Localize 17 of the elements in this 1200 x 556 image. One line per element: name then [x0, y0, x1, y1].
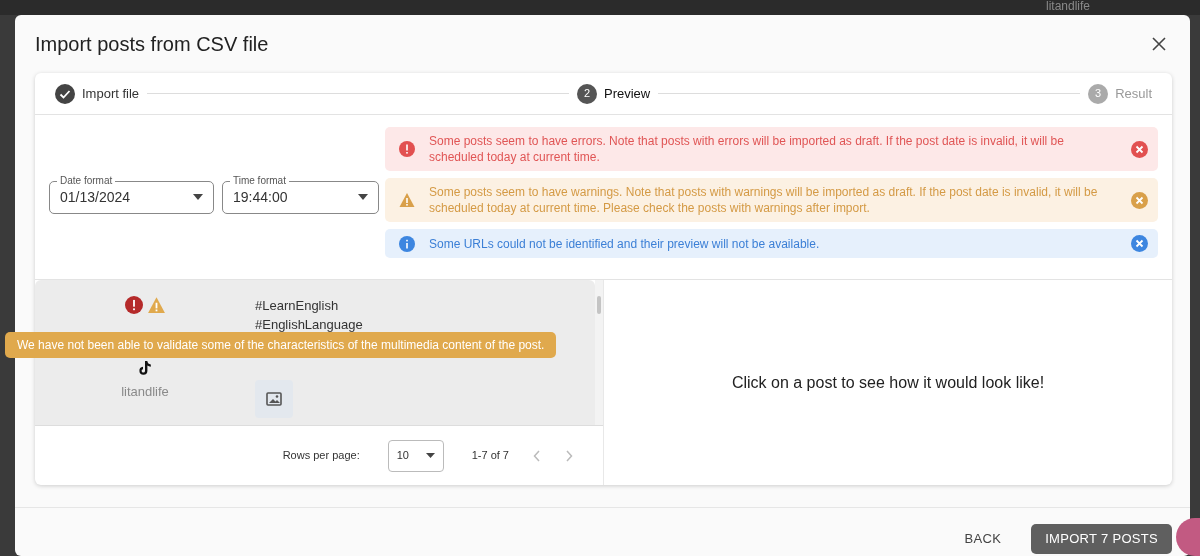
- alert-text: Some posts seem to have warnings. Note that posts with warnings will be imported as draft. If the post date is invalid, it will be scheduled today at current time. Please check the posts with warnings after import.: [429, 184, 1099, 216]
- alert-text: Some URLs could not be identified and their preview will not be available.: [429, 235, 821, 252]
- alert-text: Some posts seem to have errors. Note that posts with errors will be imported as draft. If the post date is invalid, it will be scheduled today at current time.: [429, 133, 1065, 165]
- modal-title: Import posts from CSV file: [35, 32, 269, 57]
- account-name: litandlife: [121, 383, 169, 401]
- step-number: 3: [1088, 83, 1109, 104]
- page-range: 1-7 of 7: [471, 448, 509, 464]
- step-number: 2: [577, 83, 597, 104]
- step-label: Preview: [604, 84, 651, 103]
- hashtag-text: #LearnEnglish: [255, 297, 340, 315]
- preview-hint: Click on a post to see how it would look like!: [731, 372, 1045, 393]
- username: litandlife: [1045, 0, 1090, 12]
- step-label: Result: [1115, 84, 1152, 103]
- rows-label: Rows per page:: [282, 448, 360, 464]
- step-label: Import file: [82, 84, 140, 103]
- tooltip: We have not been able to validate some of the characteristics of the multimedia content of the post.: [5, 332, 557, 358]
- hashtag-text: #EnglishLanguage: [255, 316, 364, 334]
